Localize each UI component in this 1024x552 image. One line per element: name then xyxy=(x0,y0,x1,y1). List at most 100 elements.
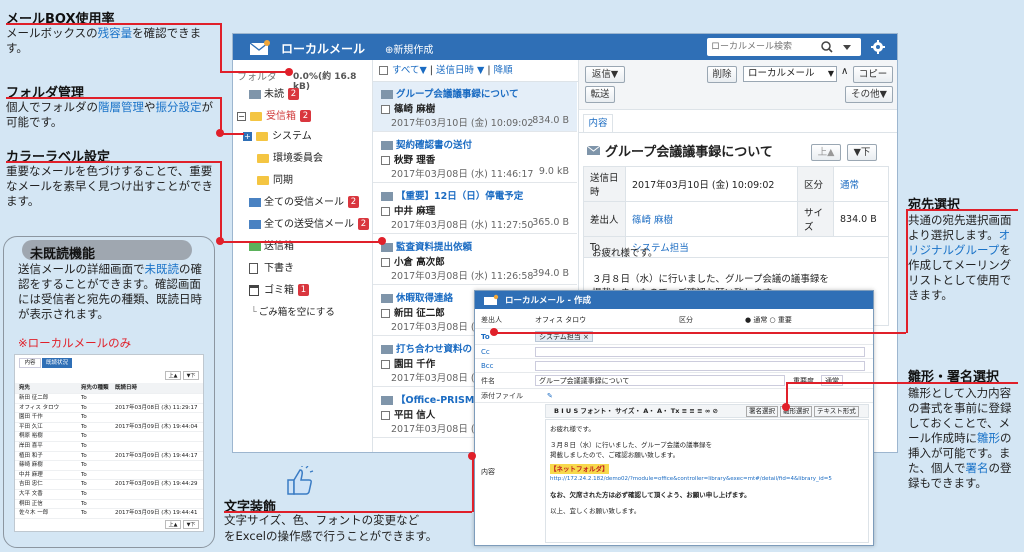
mini-nav-down[interactable]: ▼下 xyxy=(183,371,199,380)
mail-size: 394.0 B xyxy=(532,268,569,279)
subject-input[interactable]: グループ会議議事録について xyxy=(535,375,785,386)
unread-text: 送信メールの詳細画面で未既読の確認をすることができます。確認画面には受信者と宛先… xyxy=(18,262,202,321)
mail-checkbox[interactable] xyxy=(381,105,390,114)
mail-subject: グループ会議議事録について xyxy=(396,89,519,100)
mail-subject: 【重要】12日（日）停電予定 xyxy=(396,191,524,202)
folder-environment[interactable]: 環境委員会 xyxy=(257,150,323,168)
copy-button[interactable]: コピー xyxy=(853,66,893,83)
compose-title: ローカルメール - 作成 xyxy=(505,296,591,306)
callout-line xyxy=(6,97,220,99)
body-editor[interactable]: お疲れ様です。 ３月８日（水）に行いました、グループ会議の議事録を 掲載しました… xyxy=(545,419,869,543)
other-menu-button[interactable]: その他▼ xyxy=(845,86,893,103)
folder-system[interactable]: + システム xyxy=(243,128,312,146)
folder-unread[interactable]: 未読 2 xyxy=(249,86,299,104)
mail-checkbox[interactable] xyxy=(381,411,390,420)
reply-button[interactable]: 返信▼ xyxy=(585,66,625,83)
envelope-icon xyxy=(587,145,601,155)
mail-date: 2017年03月08日 (水) 11:26:58 xyxy=(391,271,534,282)
folder-sync[interactable]: 同期 xyxy=(257,172,293,190)
to-field-button[interactable]: To xyxy=(481,329,490,345)
select-all-dropdown[interactable]: すべて▼ xyxy=(392,65,427,76)
mini-header-row: 宛先 宛先の種類 既読日時 xyxy=(15,383,203,394)
order-toggle[interactable]: 降順 xyxy=(494,65,513,76)
callout-line xyxy=(786,382,906,384)
delete-button[interactable]: 削除 xyxy=(707,66,737,83)
compose-window: ローカルメール - 作成 差出人 オフィス タロウ 区分 ● 通常 ○ 重要 T… xyxy=(474,290,874,546)
folder-pane: フォルダ 0.0%(約 16.8 kB) 未読 2 − 受信箱 2 + システム 環境委… xyxy=(233,60,373,452)
folder-all-sent-received[interactable]: 全ての送受信メール 2 xyxy=(249,216,369,234)
mail-list-item[interactable]: 【重要】12日（日）停電予定 中井 麻理 2017年03月08日 (水) 11:27… xyxy=(373,184,577,234)
mail-list-item[interactable]: グループ会議議事録について 篠崎 麻樹 2017年03月10日 (金) 10:09:… xyxy=(373,82,577,132)
unread-note: ※ローカルメールのみ xyxy=(18,336,132,350)
envelope-icon xyxy=(381,192,393,201)
mail-date: 2017年03月10日 (金) 10:09:02 xyxy=(391,118,534,129)
read-status-row: 篠崎 麻樹 To xyxy=(15,461,203,471)
select-arrow-icon: ▼ xyxy=(827,69,834,78)
read-status-row: 中井 麻理 To xyxy=(15,471,203,481)
mini-nav-up-bottom[interactable]: 上▲ xyxy=(165,520,181,529)
folder-icon xyxy=(256,131,268,141)
callout-line xyxy=(906,209,1018,211)
folder-drafts[interactable]: 下書き xyxy=(249,260,294,278)
prev-mail-button[interactable]: 上▲ xyxy=(811,144,841,161)
mail-from: 中井 麻理 xyxy=(394,206,436,217)
thumbs-up-icon xyxy=(287,466,314,495)
mail-checkbox[interactable] xyxy=(381,156,390,165)
mail-checkbox[interactable] xyxy=(381,360,390,369)
mail-checkbox[interactable] xyxy=(381,207,390,216)
gear-icon[interactable] xyxy=(871,40,885,54)
mail-list-item[interactable]: 契約確認書の送付 秋野 理香 2017年03月08日 (水) 11:46:17 9.0… xyxy=(373,133,577,183)
sort-dropdown[interactable]: 送信日時 ▼ xyxy=(436,65,484,76)
format-toolbar-buttons[interactable]: B I U S フォント・ サイズ・ A・ A・ Tx ≡ ≡ ≡ ∞ ⊘ xyxy=(554,405,718,417)
mail-size: 365.0 B xyxy=(532,217,569,228)
priority-select[interactable]: 通常 xyxy=(821,375,843,386)
callout-line xyxy=(220,241,382,243)
mailbox-usage: 0.0%(約 16.8 kB) xyxy=(293,72,357,92)
mail-from: 秋野 理香 xyxy=(394,155,436,166)
mail-from: 平田 信人 xyxy=(394,410,436,421)
callout-line xyxy=(220,161,222,241)
mail-list-item[interactable]: 監査資料提出依頼 小倉 高次郎 2017年03月08日 (水) 11:26:58 39… xyxy=(373,235,577,285)
move-folder-select[interactable]: ローカルメール ▼ xyxy=(743,66,837,82)
callout-line xyxy=(224,511,472,513)
mini-nav-down-bottom[interactable]: ▼下 xyxy=(183,520,199,529)
paperclip-icon[interactable]: ✎ xyxy=(547,389,553,403)
callout-line xyxy=(6,23,220,25)
mini-nav-up[interactable]: 上▲ xyxy=(165,371,181,380)
search-input[interactable] xyxy=(711,40,815,54)
tab-content[interactable]: 内容 xyxy=(583,114,613,132)
forward-button[interactable]: 転送 xyxy=(585,86,615,103)
compose-category-radio[interactable]: ● 通常 ○ 重要 xyxy=(745,311,792,329)
select-all-checkbox[interactable] xyxy=(379,66,388,75)
draft-icon xyxy=(249,262,258,274)
next-mail-button[interactable]: ▼下 xyxy=(847,144,877,161)
mini-tab-read-status[interactable]: 既読状況 xyxy=(42,358,72,368)
signature-select-button[interactable]: 署名選択 xyxy=(746,406,778,417)
chevron-down-icon[interactable] xyxy=(843,45,851,50)
unread-title: 未既読機能 xyxy=(30,247,96,262)
search-box[interactable] xyxy=(707,38,861,56)
read-status-row: 桐原 裕樹 To xyxy=(15,432,203,442)
cc-input[interactable] xyxy=(535,347,865,357)
mail-checkbox[interactable] xyxy=(381,258,390,267)
read-status-row: 大平 文香 To xyxy=(15,490,203,500)
empty-trash-link[interactable]: └ ごみ箱を空にする xyxy=(251,304,335,322)
mail-subject: 打ち合わせ資料の xyxy=(396,344,473,355)
envelope-icon xyxy=(381,141,393,150)
text-format-button[interactable]: テキスト形式 xyxy=(814,406,859,417)
compose-from-value[interactable]: オフィス タロウ xyxy=(535,311,586,329)
folder-trash[interactable]: ゴミ箱 1 xyxy=(249,282,309,300)
collapse-arrow-icon[interactable]: ∧ xyxy=(841,66,848,77)
folder-inbox[interactable]: − 受信箱 2 xyxy=(237,108,311,126)
mail-checkbox[interactable] xyxy=(381,309,390,318)
search-icon[interactable] xyxy=(821,41,833,53)
app-title: ローカルメール xyxy=(281,42,366,56)
bcc-input[interactable] xyxy=(535,361,865,371)
mini-tab-content[interactable]: 内容 xyxy=(19,358,41,368)
mailbox-usage-text: メールボックスの残容量を確認できます。 xyxy=(6,26,202,55)
mail-logo-icon xyxy=(249,40,270,55)
new-mail-button[interactable]: ⊕新規作成 xyxy=(385,41,433,56)
folder-all-received[interactable]: 全ての受信メール 2 xyxy=(249,194,359,212)
mail-date: 2017年03月08日 (水) 11:46:17 xyxy=(391,169,534,180)
callout-line xyxy=(220,97,222,133)
